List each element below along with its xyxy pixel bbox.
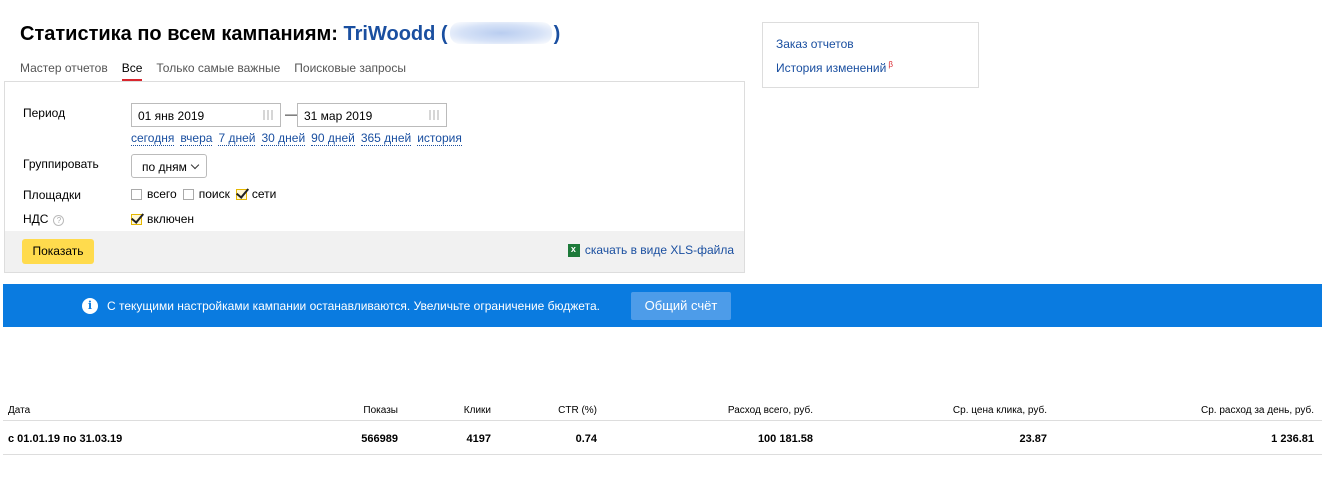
- report-tabs: Мастер отчетов Все Только самые важные П…: [20, 61, 420, 81]
- date-to-input[interactable]: 31 мар 2019: [297, 103, 447, 127]
- stats-table: Дата Показы Клики CTR (%) Расход всего, …: [3, 398, 1322, 455]
- period-yesterday-link[interactable]: вчера: [180, 131, 213, 146]
- change-history-link[interactable]: История изменений β: [776, 60, 893, 75]
- campaign-name-suffix: ): [553, 23, 561, 45]
- redacted-login: [449, 22, 552, 44]
- platform-networks-checkbox[interactable]: [235, 188, 247, 200]
- tab-most-important[interactable]: Только самые важные: [156, 61, 280, 81]
- col-date[interactable]: Дата: [8, 405, 30, 416]
- download-xls-label: скачать в виде XLS-файла: [584, 243, 734, 257]
- table-row: с 01.01.19 по 31.03.19 566989 4197 0.74 …: [3, 421, 1322, 455]
- calendar-icon[interactable]: [429, 110, 441, 120]
- platform-networks-label: сети: [251, 187, 277, 201]
- period-today-link[interactable]: сегодня: [131, 131, 175, 146]
- help-icon[interactable]: ?: [53, 215, 65, 226]
- tab-report-master[interactable]: Мастер отчетов: [20, 61, 108, 81]
- period-30-days-link[interactable]: 30 дней: [261, 131, 306, 146]
- calendar-icon[interactable]: [263, 110, 275, 120]
- tab-all[interactable]: Все: [121, 61, 143, 81]
- chevron-down-icon: [190, 160, 200, 170]
- col-avg-cpc[interactable]: Ср. цена клика, руб.: [953, 405, 1047, 416]
- date-from-input[interactable]: 01 янв 2019: [131, 103, 281, 127]
- beta-badge: β: [888, 60, 893, 69]
- platform-search-label: поиск: [198, 187, 230, 201]
- budget-warning-banner: i С текущими настройками кампании остана…: [3, 284, 1322, 327]
- download-xls-link[interactable]: скачать в виде XLS-файла: [567, 243, 734, 257]
- vat-label-wrap: НДС?: [23, 212, 65, 226]
- title-prefix: Статистика по всем кампаниям:: [20, 23, 338, 45]
- cell-impressions: 566989: [361, 433, 398, 445]
- platform-all-checkbox[interactable]: [131, 188, 142, 200]
- cell-total-cost: 100 181.58: [757, 433, 813, 445]
- date-separator: —: [285, 107, 297, 121]
- cell-clicks: 4197: [466, 433, 491, 445]
- show-button[interactable]: Показать: [22, 239, 94, 264]
- period-label: Период: [23, 106, 66, 120]
- campaign-name-link[interactable]: TriWoodd (: [344, 23, 448, 45]
- platform-search-checkbox[interactable]: [182, 188, 194, 200]
- date-to-value: 31 мар 2019: [304, 109, 373, 123]
- excel-file-icon: [567, 243, 580, 257]
- cell-avg-daily-cost: 1 236.81: [1271, 433, 1314, 445]
- period-365-days-link[interactable]: 365 дней: [360, 131, 412, 146]
- vat-checkbox-label: включен: [147, 212, 195, 226]
- stats-header-row: Дата Показы Клики CTR (%) Расход всего, …: [3, 398, 1322, 421]
- panel-footer: Показать скачать в виде XLS-файла: [5, 231, 744, 272]
- vat-checkbox-wrap: включен: [131, 212, 194, 226]
- group-label: Группировать: [23, 157, 99, 171]
- page-title: Статистика по всем кампаниям: TriWoodd (…: [20, 22, 560, 46]
- date-from-value: 01 янв 2019: [138, 109, 205, 123]
- cell-avg-cpc: 23.87: [1019, 433, 1047, 445]
- period-history-link[interactable]: история: [417, 131, 462, 146]
- info-icon: i: [82, 298, 98, 314]
- period-90-days-link[interactable]: 90 дней: [311, 131, 355, 146]
- col-clicks[interactable]: Клики: [464, 405, 491, 416]
- platform-all-label: всего: [147, 187, 177, 201]
- cell-ctr: 0.74: [575, 433, 597, 445]
- col-total-cost[interactable]: Расход всего, руб.: [728, 405, 813, 416]
- report-settings-panel: Период 01 янв 2019 — 31 мар 2019 сегодня…: [4, 81, 745, 273]
- period-7-days-link[interactable]: 7 дней: [218, 131, 256, 146]
- col-impressions[interactable]: Показы: [363, 405, 398, 416]
- banner-message: С текущими настройками кампании останавл…: [107, 299, 600, 313]
- group-select[interactable]: по дням: [131, 154, 207, 178]
- group-select-value: по дням: [142, 160, 187, 174]
- tab-search-queries[interactable]: Поисковые запросы: [294, 61, 406, 81]
- order-reports-link[interactable]: Заказ отчетов: [776, 37, 854, 51]
- quick-period-links: сегодня вчера 7 дней 30 дней 90 дней 365…: [131, 131, 462, 146]
- shared-account-button[interactable]: Общий счёт: [631, 292, 731, 320]
- col-avg-daily-cost[interactable]: Ср. расход за день, руб.: [1201, 405, 1314, 416]
- change-history-label: История изменений: [776, 61, 887, 75]
- vat-label: НДС: [23, 212, 49, 226]
- cell-date: с 01.01.19 по 31.03.19: [8, 433, 123, 445]
- platforms-label: Площадки: [23, 188, 81, 202]
- side-links-box: Заказ отчетов История изменений β: [762, 22, 979, 88]
- vat-checkbox[interactable]: [131, 213, 142, 225]
- col-ctr[interactable]: CTR (%): [558, 405, 597, 416]
- platforms-checkboxes: всего поиск сети: [131, 187, 276, 201]
